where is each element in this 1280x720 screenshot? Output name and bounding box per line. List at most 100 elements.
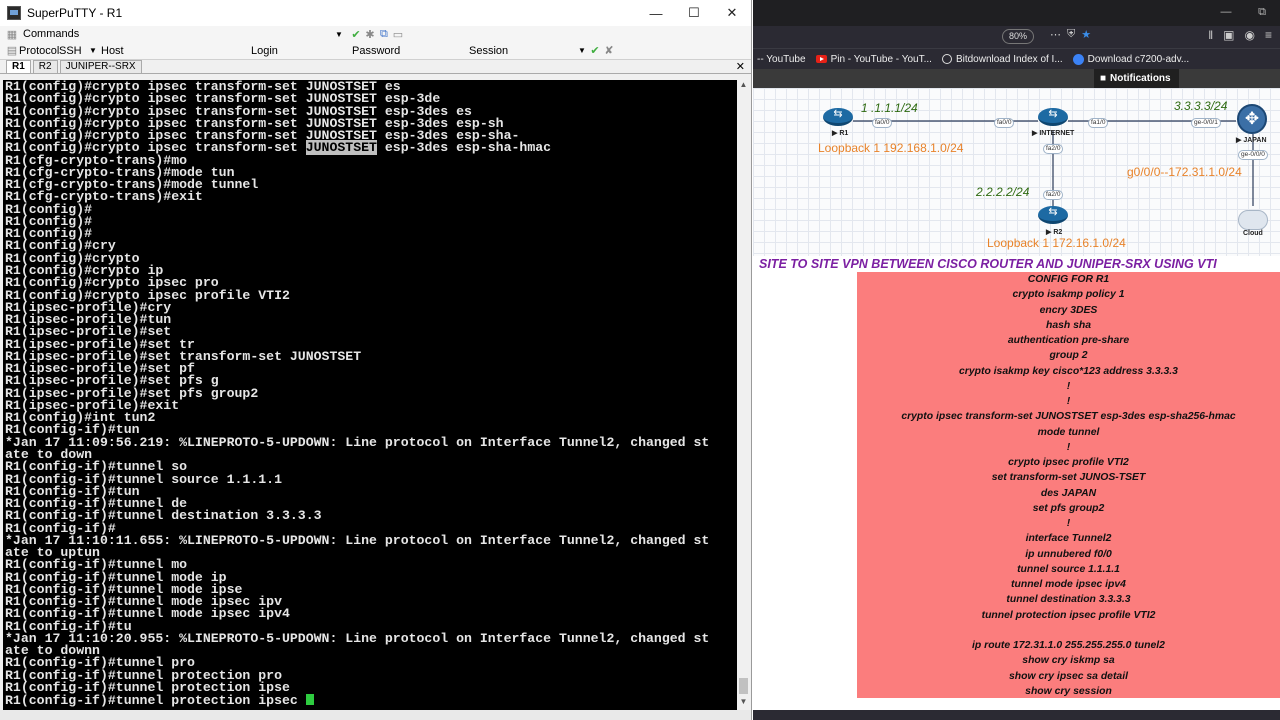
terminal-line: *Jan 17 11:09:56.219: %LINEPROTO-5-UPDOW… — [5, 434, 710, 450]
browser-tabstrip: — ⧉ — [753, 0, 1280, 26]
more-icon[interactable]: ⋯ — [1050, 28, 1061, 41]
router-r2-icon[interactable] — [1038, 205, 1068, 224]
taskbar-strip — [0, 710, 751, 720]
send-command-icon[interactable]: ✔ — [349, 28, 363, 41]
if-label-r2-fa2: fa2/0 — [1043, 190, 1064, 200]
node-label-r1: ▶ R1 — [832, 130, 849, 137]
notifications-label: Notifications — [1110, 73, 1171, 84]
scroll-up-icon[interactable]: ▲ — [737, 80, 750, 93]
if-label-r1-fa0: fa0/0 — [872, 118, 893, 128]
session-label[interactable]: Session — [469, 45, 578, 57]
config-line: ! — [1066, 441, 1071, 453]
bookmark-youtube[interactable]: -- YouTube — [757, 54, 806, 65]
protocol-select[interactable]: SSH — [59, 45, 89, 57]
tab-r1[interactable]: R1 — [6, 60, 31, 73]
selected-text: JUNOSTSET — [305, 140, 377, 156]
commands-toolbar: ▦ Commands ▼ ✔ ✱ ⧉ ▭ — [0, 26, 751, 42]
config-line: show cry ipsec sa detail — [1009, 670, 1128, 682]
bookmark-star-icon[interactable]: ★ — [1081, 28, 1091, 41]
if-label-japan-ge001: ge-0/0/1 — [1191, 118, 1221, 128]
menu-icon[interactable]: ≡ — [1265, 28, 1272, 42]
tab-r2[interactable]: R2 — [32, 60, 58, 73]
ip-label-r1: 1 .1.1.1/24 — [861, 101, 918, 115]
config-line — [857, 623, 1280, 638]
config-line: tunnel source 1.1.1.1 — [1017, 563, 1120, 575]
loopback-label-r1: Loopback 1 192.168.1.0/24 — [818, 141, 964, 155]
if-label-internet-fa1: fa1/0 — [1088, 118, 1109, 128]
config-line: set pfs group2 — [1032, 502, 1105, 514]
loopback-label-r2: Loopback 1 172.16.1.0/24 — [987, 236, 1126, 250]
copy-icon[interactable]: ⧉ — [377, 28, 391, 41]
router-r1-icon[interactable] — [823, 107, 853, 126]
library-icon[interactable]: ‖ — [1208, 28, 1213, 42]
config-line: group 2 — [1049, 350, 1088, 362]
notifications-button[interactable]: ■ Notifications — [1094, 69, 1179, 88]
if-label-internet-fa2: fa2/0 — [1043, 144, 1064, 154]
config-line: authentication pre-share — [1007, 335, 1130, 346]
restore-button[interactable]: ⧉ — [1244, 0, 1280, 26]
node-label-internet: ▶ INTERNET — [1032, 130, 1075, 137]
commands-dropdown[interactable]: ▦ Commands — [5, 28, 335, 41]
config-line: set transform-set JUNOS-TSET — [991, 472, 1146, 484]
if-label-internet-fa0: fa0/0 — [994, 118, 1015, 128]
minimize-button[interactable]: — — [637, 0, 675, 26]
close-tab-icon[interactable]: ✕ — [736, 60, 745, 73]
config-line: ip unnubered f0/0 — [1025, 548, 1112, 560]
bookmark-download-c7200[interactable]: Download c7200-adv... — [1072, 53, 1190, 65]
terminal-icon: ▦ — [6, 28, 18, 41]
config-line: crypto ipsec transform-set JUNOSTSET esp… — [901, 411, 1236, 423]
protocol-label: Protocol — [19, 44, 60, 57]
bookmark-label: Download c7200-adv... — [1087, 53, 1190, 65]
account-icon[interactable]: ◉ — [1245, 28, 1255, 42]
config-note: CONFIG FOR R1 crypto isakmp policy 1 encry… — [857, 272, 1280, 698]
scrollbar-thumb[interactable] — [739, 678, 748, 694]
ip-label-r2: 2.2.2.2/24 — [976, 185, 1030, 199]
clear-icon[interactable]: ✘ — [602, 44, 616, 57]
shield-icon[interactable]: ⛨ — [1067, 28, 1075, 41]
putty-app-icon — [7, 6, 21, 20]
terminal-screen[interactable]: R1(config)#crypto ipsec transform-set JU… — [3, 80, 737, 710]
config-line: ! — [1066, 396, 1071, 407]
terminal-line: *Jan 17 11:10:11.655: %LINEPROTO-5-UPDOW… — [5, 532, 710, 548]
close-button[interactable]: ✕ — [713, 0, 751, 26]
node-label-r2: ▶ R2 — [1046, 229, 1063, 236]
config-line: crypto isakmp policy 1 — [1012, 289, 1125, 301]
cloud-icon[interactable] — [1238, 210, 1268, 230]
password-label[interactable]: Password — [352, 45, 469, 57]
config-line: hash sha — [1045, 319, 1092, 331]
login-label[interactable]: Login — [251, 45, 352, 57]
bookmark-label: -- YouTube — [757, 53, 806, 65]
config-line: ip route 172.31.1.0 255.255.255.0 tunel2 — [972, 640, 1165, 651]
terminal-scrollbar[interactable]: ▲ ▼ — [737, 80, 750, 710]
bookmark-bitdownload[interactable]: Bitdownload Index of I... — [941, 54, 1063, 65]
minimize-button[interactable]: — — [1208, 0, 1244, 26]
ip-label-japan: 3.3.3.3/24 — [1174, 99, 1228, 113]
config-line: ! — [1066, 380, 1071, 392]
gear-icon[interactable]: ✱ — [363, 28, 377, 41]
sidebar-icon[interactable]: ▣ — [1223, 28, 1234, 42]
bookmarks-bar: -- YouTube Pin - YouTube - YouT... Bitdo… — [753, 48, 1280, 69]
router-internet-icon[interactable] — [1038, 107, 1068, 126]
node-label-cloud: Cloud — [1243, 230, 1263, 237]
tab-juniper-srx[interactable]: JUNIPER--SRX — [59, 60, 142, 73]
folder-icon[interactable]: ▭ — [391, 28, 405, 41]
bookmark-pin-youtube[interactable]: Pin - YouTube - YouT... — [815, 53, 932, 65]
scroll-down-icon[interactable]: ▼ — [737, 697, 750, 710]
g0-label-japan: g0/0/0--172.31.1.0/24 — [1127, 165, 1242, 179]
commands-label: Commands — [23, 28, 80, 40]
chevron-down-icon[interactable]: ▼ — [578, 46, 588, 55]
download-icon — [1072, 53, 1084, 65]
bookmark-label: Pin - YouTube - YouT... — [830, 53, 932, 65]
config-line: CONFIG FOR R1 — [1027, 274, 1110, 285]
youtube-icon — [815, 55, 827, 63]
bell-icon: ■ — [1100, 73, 1107, 84]
maximize-button[interactable]: ☐ — [675, 0, 713, 26]
chevron-down-icon[interactable]: ▼ — [89, 46, 101, 55]
host-label[interactable]: Host — [101, 45, 251, 57]
config-line: show cry iskmp sa — [1022, 655, 1115, 667]
juniper-srx-icon[interactable]: ✥ — [1237, 104, 1267, 134]
zoom-level[interactable]: 80% — [1002, 29, 1034, 44]
config-line: tunnel destination 3.3.3.3 — [1006, 594, 1131, 606]
connect-icon[interactable]: ✔ — [588, 44, 602, 57]
chevron-down-icon[interactable]: ▼ — [335, 30, 343, 39]
